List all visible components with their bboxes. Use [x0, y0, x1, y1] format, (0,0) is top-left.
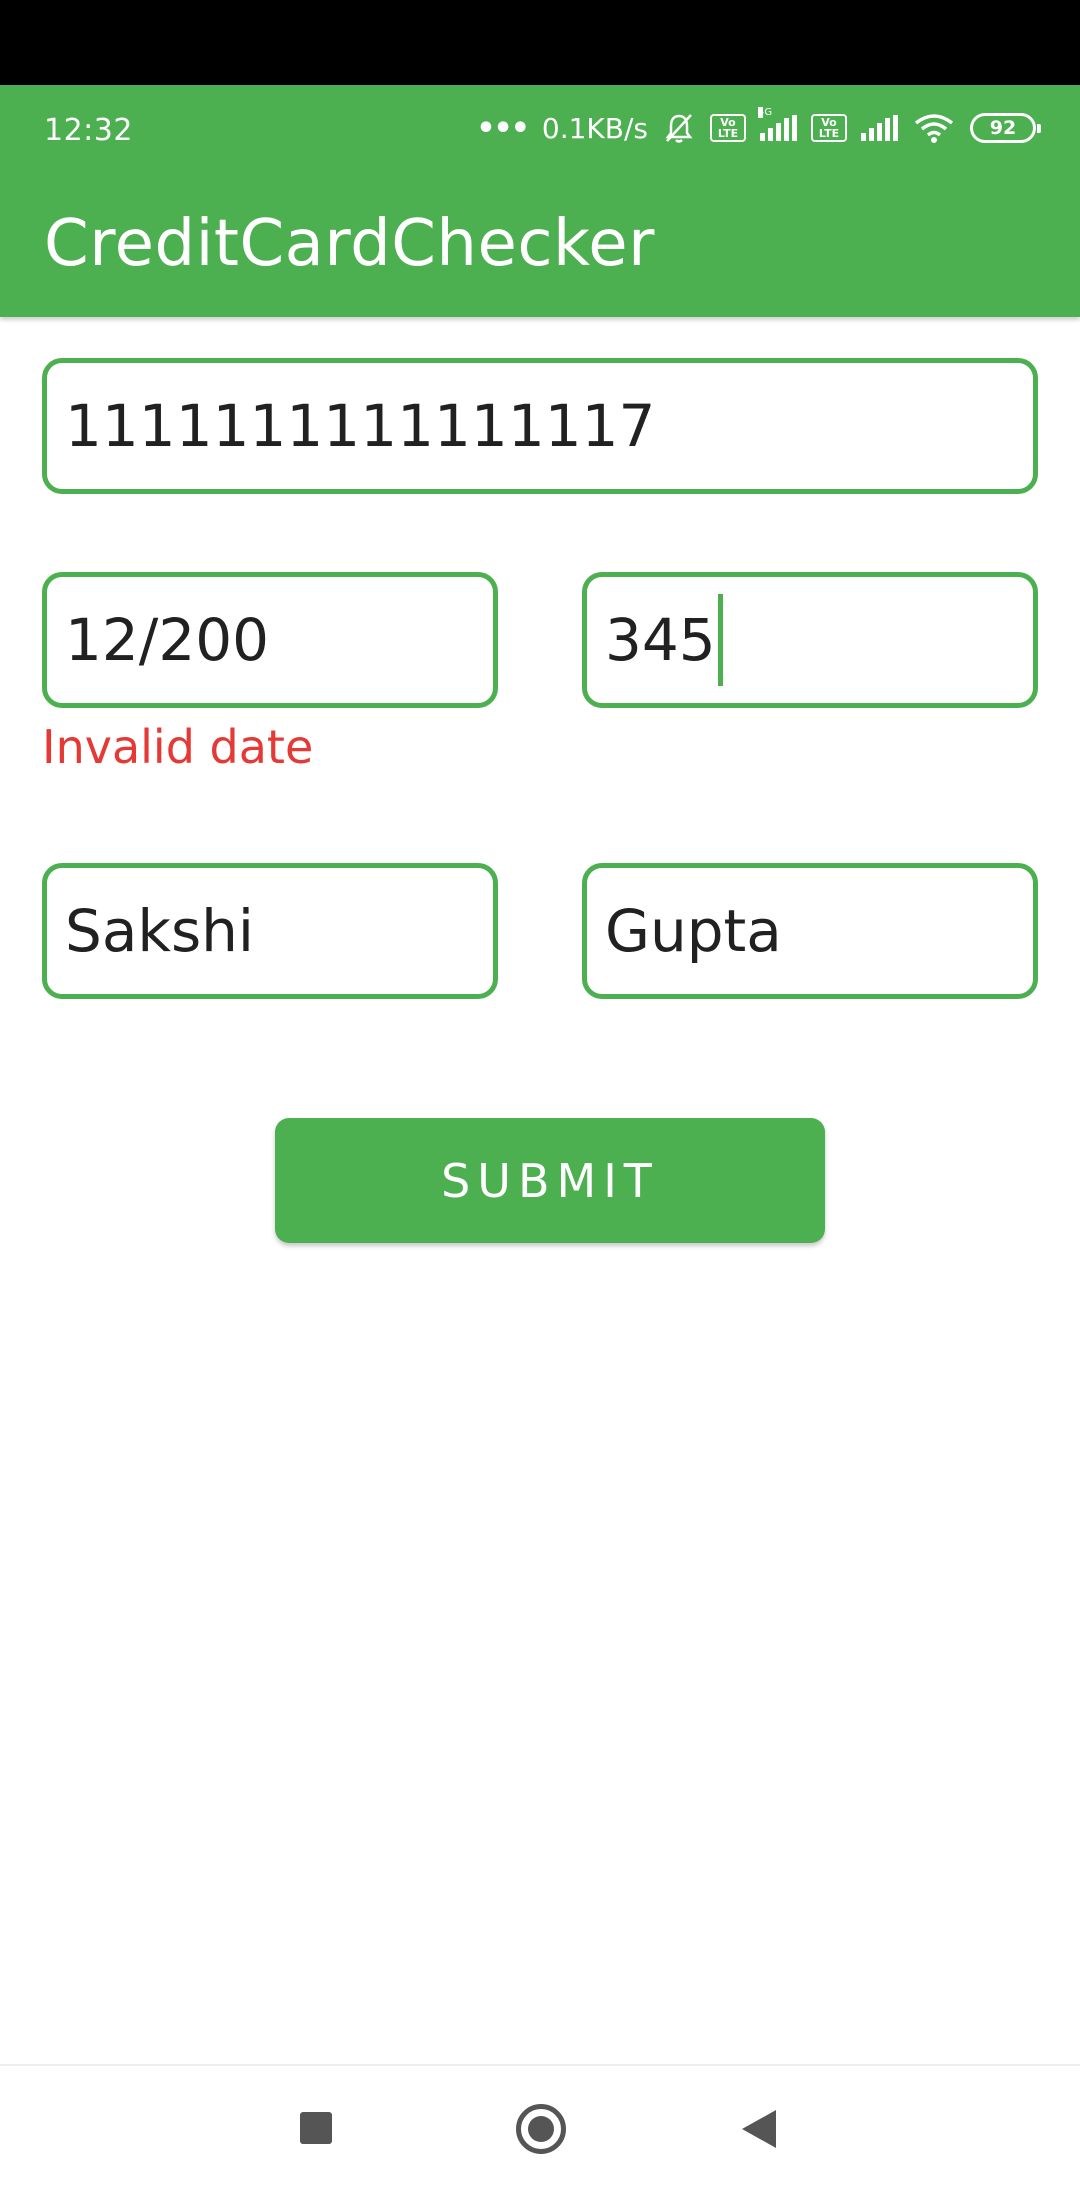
- volte-icon: Vo LTE: [811, 114, 847, 142]
- app-title: CreditCardChecker: [44, 207, 655, 281]
- home-icon[interactable]: [516, 2104, 566, 2154]
- text-cursor: [717, 594, 723, 686]
- cvv-input[interactable]: 345: [605, 594, 723, 686]
- volte-icon: Vo LTE: [710, 114, 746, 142]
- wifi-icon: [914, 114, 954, 143]
- camera-notch-area: [0, 0, 1080, 85]
- network-type-label: 4G: [758, 107, 773, 118]
- back-icon[interactable]: [742, 2110, 776, 2148]
- status-bar: 12:32 ••• 0.1KB/s Vo LTE 4G Vo LTE 92: [0, 85, 1080, 175]
- expiry-date-input[interactable]: [65, 577, 493, 703]
- mute-bell-icon: [665, 114, 693, 143]
- network-speed: 0.1KB/s: [541, 111, 648, 145]
- recents-icon[interactable]: [300, 2112, 332, 2144]
- more-dots-icon: •••: [476, 110, 530, 146]
- navigation-bar: [0, 2066, 1080, 2192]
- status-time: 12:32: [44, 113, 133, 148]
- last-name-input[interactable]: [605, 868, 1033, 994]
- status-icons: ••• 0.1KB/s Vo LTE 4G Vo LTE 92: [476, 107, 1041, 149]
- last-name-field[interactable]: [582, 863, 1038, 999]
- first-name-field[interactable]: [42, 863, 498, 999]
- card-number-input[interactable]: [65, 363, 1033, 489]
- signal-icon: 4G: [758, 107, 797, 141]
- cvv-field[interactable]: 345: [582, 572, 1038, 708]
- signal-icon: [861, 115, 898, 141]
- card-number-field[interactable]: [42, 358, 1038, 494]
- expiry-date-field[interactable]: [42, 572, 498, 708]
- submit-button[interactable]: SUBMIT: [275, 1118, 825, 1243]
- app-bar: CreditCardChecker: [0, 175, 1080, 317]
- battery-level: 92: [989, 117, 1017, 139]
- expiry-error-text: Invalid date: [42, 720, 314, 774]
- first-name-input[interactable]: [65, 868, 493, 994]
- battery-icon: 92: [970, 113, 1041, 143]
- cvv-value: 345: [605, 606, 716, 674]
